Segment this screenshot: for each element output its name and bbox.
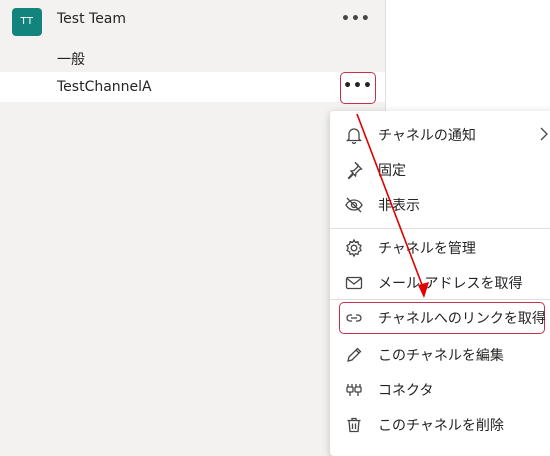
menu-item-label: 非表示 xyxy=(378,198,420,214)
channel-more-options-button[interactable]: ••• xyxy=(340,72,376,104)
menu-item-pin[interactable]: 固定 xyxy=(330,152,550,186)
connector-icon xyxy=(344,380,364,400)
menu-separator xyxy=(330,228,550,229)
menu-item-label: このチャネルを編集 xyxy=(378,348,504,364)
channel-label: TestChannelA xyxy=(57,79,152,95)
menu-item-connectors[interactable]: コネクタ xyxy=(330,372,550,406)
link-icon xyxy=(344,308,364,328)
sidebar-item-channel-testchannela[interactable]: TestChannelA ••• xyxy=(0,72,385,104)
pencil-icon xyxy=(344,345,364,365)
team-avatar: TT xyxy=(12,8,42,36)
menu-item-label: コネクタ xyxy=(378,383,434,399)
menu-item-edit-channel[interactable]: このチャネルを編集 xyxy=(330,337,550,371)
channel-context-menu: チャネルの通知 固定 非表示 チャネルを管理 メール アドレスを取得 チャネルへ… xyxy=(330,111,550,456)
menu-item-label: チャネルへのリンクを取得 xyxy=(378,311,546,327)
team-header[interactable]: TT Test Team ••• xyxy=(0,0,385,42)
menu-item-delete-channel[interactable]: このチャネルを削除 xyxy=(330,407,550,441)
channel-label: 一般 xyxy=(57,52,85,68)
mail-icon xyxy=(344,273,364,293)
chevron-right-icon xyxy=(538,125,550,143)
gear-icon xyxy=(344,238,364,258)
menu-item-label: 固定 xyxy=(378,163,406,179)
menu-item-get-email-address[interactable]: メール アドレスを取得 xyxy=(330,265,550,299)
menu-item-label: このチャネルを削除 xyxy=(378,418,504,434)
trash-icon xyxy=(344,415,364,435)
bell-icon xyxy=(344,125,364,145)
eye-off-icon xyxy=(344,195,364,215)
teams-sidebar: TT Test Team ••• 一般 TestChannelA ••• xyxy=(0,0,385,456)
sidebar-item-channel-general[interactable]: 一般 xyxy=(0,42,385,72)
menu-item-label: チャネルの通知 xyxy=(378,128,476,144)
menu-item-label: メール アドレスを取得 xyxy=(378,276,523,292)
menu-item-label: チャネルを管理 xyxy=(378,241,476,257)
menu-item-manage-channel[interactable]: チャネルを管理 xyxy=(330,230,550,264)
pin-icon xyxy=(344,160,364,180)
menu-item-channel-notifications[interactable]: チャネルの通知 xyxy=(330,117,550,151)
team-more-options-button[interactable]: ••• xyxy=(341,8,370,32)
team-name: Test Team xyxy=(57,11,127,27)
menu-item-get-link-to-channel[interactable]: チャネルへのリンクを取得 xyxy=(330,300,550,334)
menu-item-hide[interactable]: 非表示 xyxy=(330,187,550,221)
